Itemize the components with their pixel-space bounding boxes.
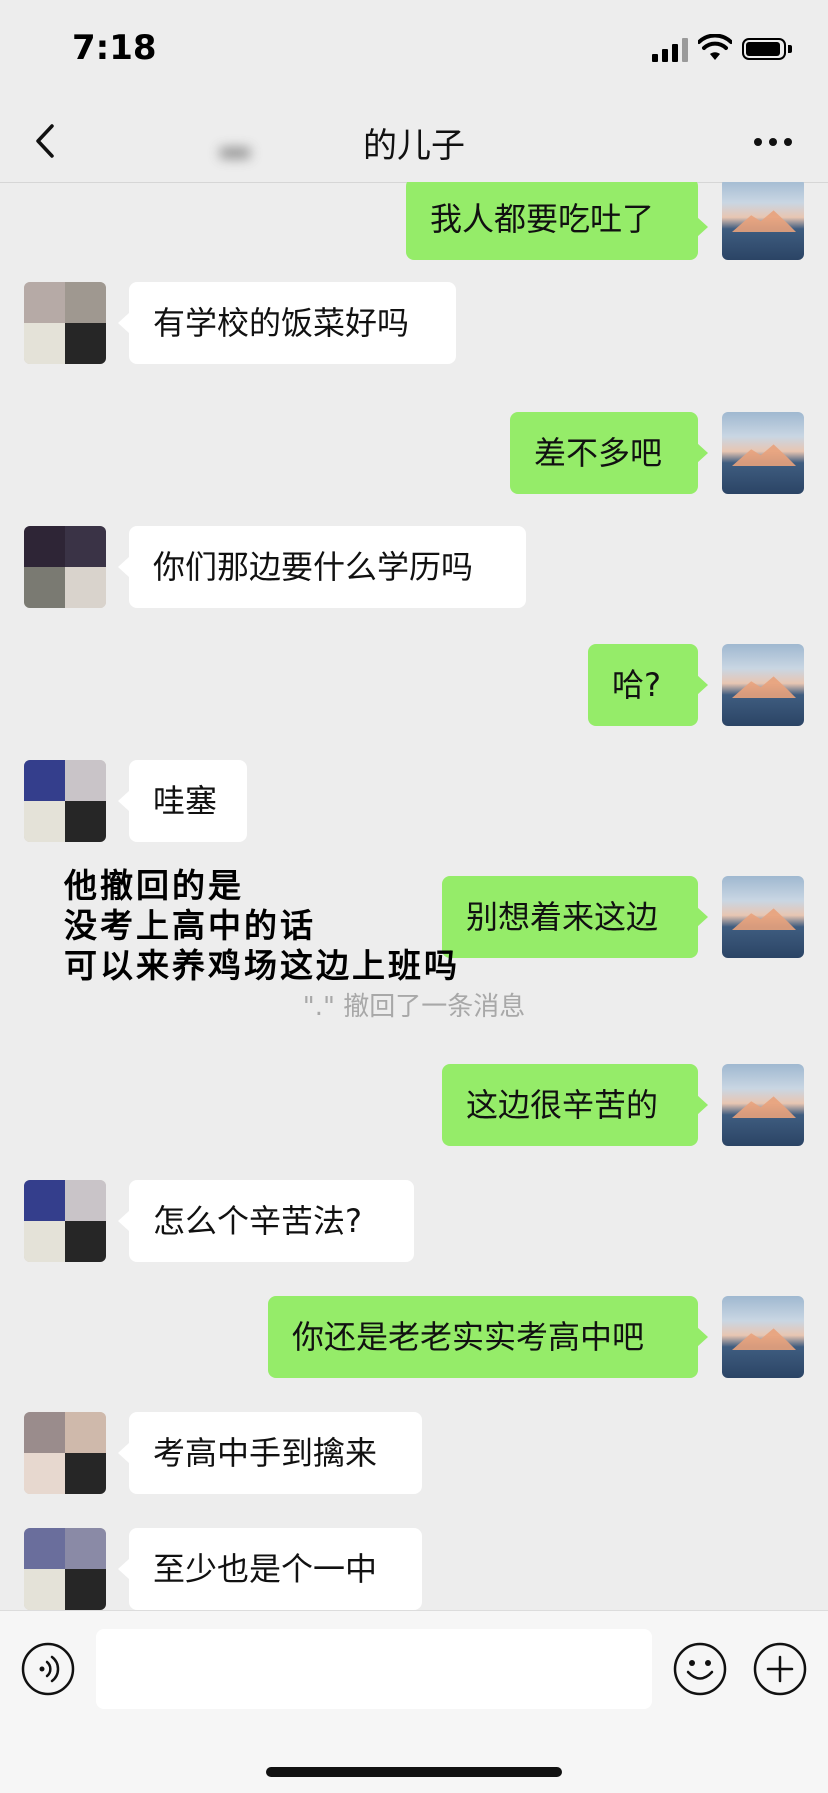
contact-avatar[interactable]	[24, 1412, 106, 1494]
battery-icon	[742, 38, 792, 62]
contact-avatar[interactable]	[24, 1528, 106, 1610]
contact-avatar[interactable]	[24, 526, 106, 608]
chat-title: 的儿子	[363, 126, 465, 166]
my-avatar[interactable]	[722, 876, 804, 958]
more-dots-icon[interactable]	[748, 122, 798, 162]
voice-icon[interactable]	[20, 1641, 76, 1697]
annotation-line: 可以来养鸡场这边上班吗	[64, 946, 460, 985]
emoji-icon[interactable]	[672, 1641, 728, 1697]
message-bubble[interactable]: 别想着来这边	[442, 876, 698, 958]
my-avatar[interactable]	[722, 644, 804, 726]
contact-avatar[interactable]	[24, 760, 106, 842]
input-bar	[0, 1610, 828, 1793]
plus-icon[interactable]	[752, 1641, 808, 1697]
annotation-line: 他撤回的是	[64, 866, 244, 905]
message-bubble[interactable]: 你还是老老实实考高中吧	[268, 1296, 698, 1378]
message-bubble[interactable]: 哈?	[588, 644, 698, 726]
status-bar: 7:18	[0, 0, 828, 100]
message-bubble[interactable]: 哇塞	[129, 760, 247, 842]
message-bubble[interactable]: 我人都要吃吐了	[406, 182, 698, 260]
wifi-icon	[698, 34, 732, 60]
chat-header: 的儿子	[0, 100, 828, 183]
message-bubble[interactable]: 至少也是个一中	[129, 1528, 422, 1610]
annotation-line: 没考上高中的话	[64, 906, 316, 945]
message-list[interactable]: 我人都要吃吐了 有学校的饭菜好吗 差不多吧 你们那边要什么学历吗 哈? 哇塞 别…	[0, 182, 828, 1610]
my-avatar[interactable]	[722, 1296, 804, 1378]
message-bubble[interactable]: 你们那边要什么学历吗	[129, 526, 526, 608]
recall-notice: "." 撤回了一条消息	[302, 992, 526, 1022]
home-indicator	[266, 1767, 562, 1777]
cellular-signal-icon	[652, 38, 688, 62]
contact-avatar[interactable]	[24, 1180, 106, 1262]
message-bubble[interactable]: 这边很辛苦的	[442, 1064, 698, 1146]
message-bubble[interactable]: 差不多吧	[510, 412, 698, 494]
my-avatar[interactable]	[722, 1064, 804, 1146]
message-bubble[interactable]: 怎么个辛苦法?	[129, 1180, 414, 1262]
handwritten-annotation: 他撤回的是 没考上高中的话 可以来养鸡场这边上班吗	[64, 866, 460, 986]
message-input[interactable]	[96, 1629, 652, 1709]
my-avatar[interactable]	[722, 182, 804, 260]
message-bubble[interactable]: 有学校的饭菜好吗	[129, 282, 456, 364]
contact-avatar[interactable]	[24, 282, 106, 364]
my-avatar[interactable]	[722, 412, 804, 494]
status-time: 7:18	[72, 28, 157, 68]
message-bubble[interactable]: 考高中手到擒来	[129, 1412, 422, 1494]
